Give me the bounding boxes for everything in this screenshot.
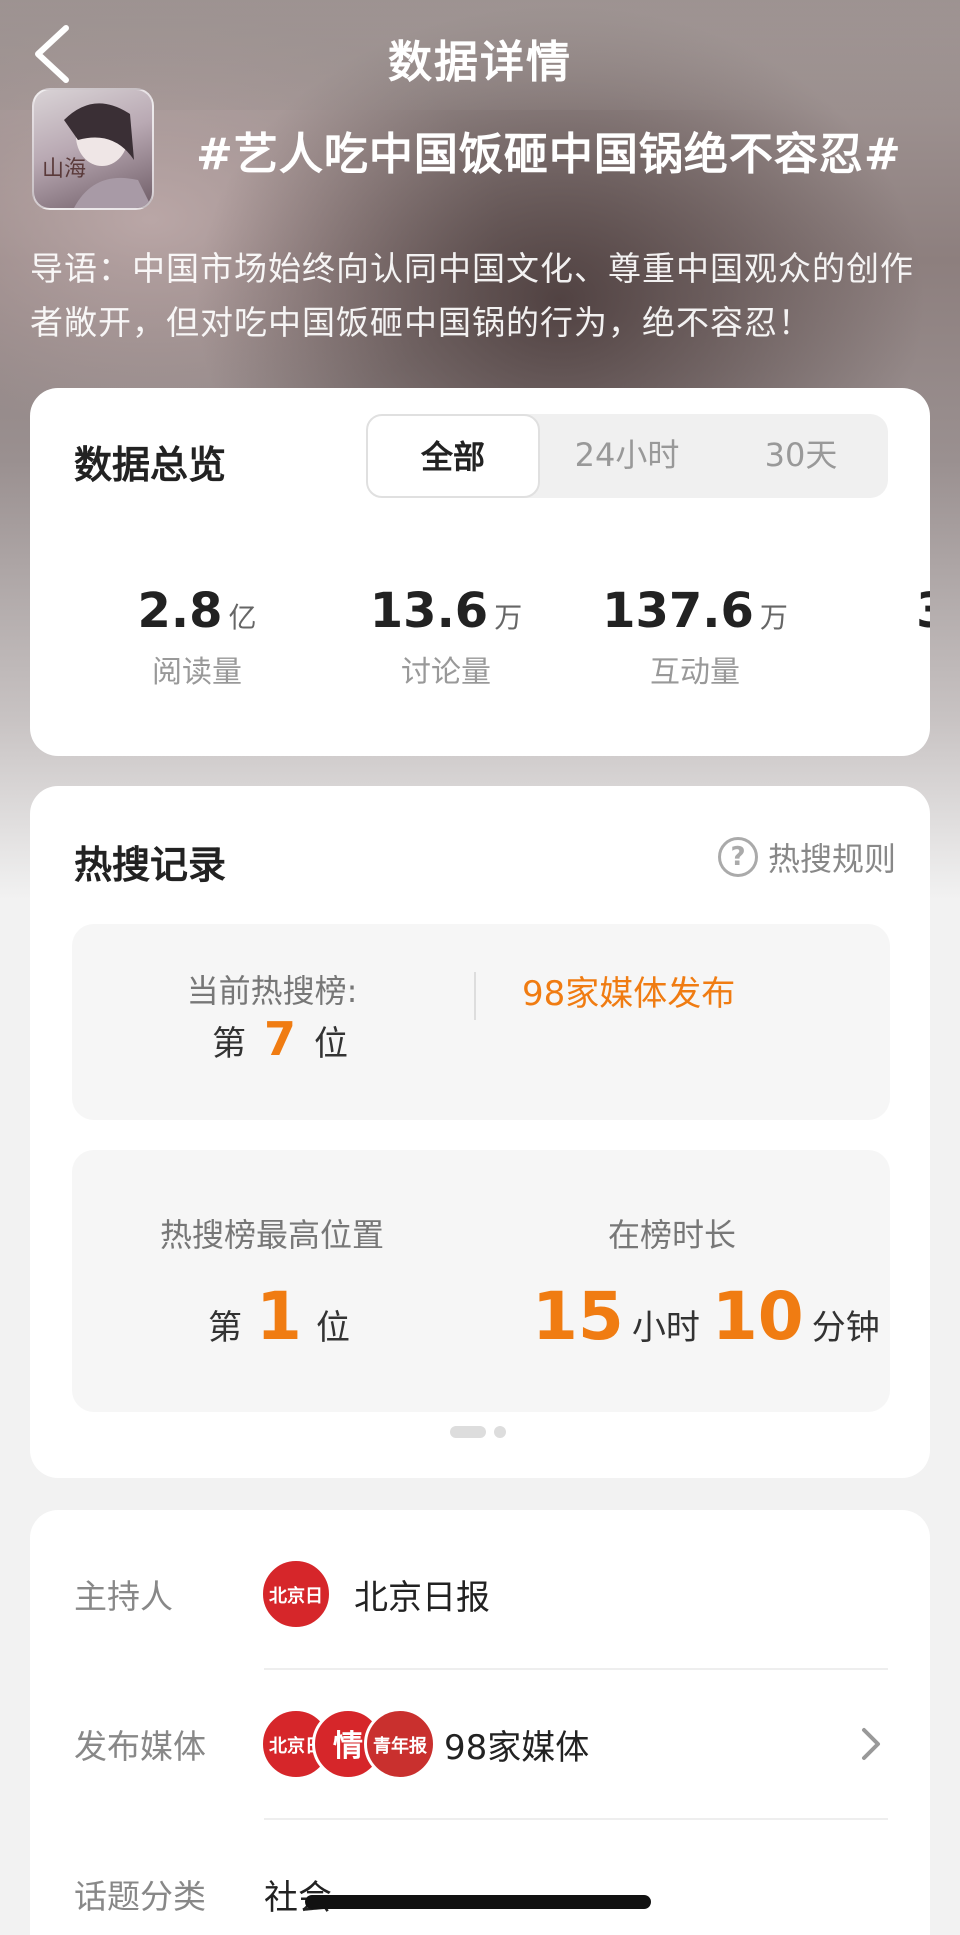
topic-title: #艺人吃中国饭砸中国锅绝不容忍# <box>196 129 902 180</box>
stat-unit: 亿 <box>228 601 257 634</box>
rank-prefix: 第 <box>208 1308 242 1348</box>
chevron-right-icon[interactable] <box>856 1724 886 1764</box>
host-label: 主持人 <box>74 1577 173 1616</box>
rank-prefix: 第 <box>212 1024 246 1064</box>
stat-value: 2.8 <box>137 583 223 639</box>
page-indicator <box>450 1426 506 1438</box>
current-rank-label: 当前热搜榜: <box>186 972 358 1010</box>
avatar-image: 山海 <box>42 103 152 208</box>
current-rank-number: 7 <box>264 1012 297 1066</box>
question-icon: ? <box>717 837 758 877</box>
hot-search-title: 热搜记录 <box>74 843 227 887</box>
info-card: 主持人 北京日报 北京日报 发布媒体 北京日报 情 青年报 98家媒体 话题分类… <box>30 1510 930 1935</box>
duration-label: 在榜时长 <box>607 1216 736 1254</box>
topic-intro: 导语：中国市场始终向认同中国文化、尊重中国观众的创作者敞开，但对吃中国饭砸中国锅… <box>30 249 914 342</box>
tab-all[interactable]: 全部 <box>366 414 540 498</box>
current-rank: 第7位 <box>212 1012 348 1066</box>
peak-rank: 第1位 <box>208 1278 350 1355</box>
rules-label: 热搜规则 <box>767 840 896 878</box>
duration-hours: 15 <box>532 1278 624 1355</box>
stat-discussions: 13.6 万 讨论量 <box>331 583 561 691</box>
stat-interactions: 137.6 万 互动量 <box>580 583 810 691</box>
tab-24h[interactable]: 24小时 <box>540 414 714 498</box>
category-label: 话题分类 <box>74 1877 206 1916</box>
page-dot <box>494 1426 506 1438</box>
stat-label: 讨论量 <box>401 655 491 690</box>
media-publish-count[interactable]: 98家媒体发布 <box>522 966 735 1015</box>
topic-avatar: 山海 <box>32 88 154 210</box>
rank-suffix: 位 <box>315 1308 350 1348</box>
time-range-segment: 全部 24小时 30天 <box>366 414 888 498</box>
host-name[interactable]: 北京日报 <box>354 1570 490 1619</box>
page-dot-active <box>450 1426 486 1438</box>
peak-rank-number: 1 <box>256 1278 302 1355</box>
overview-title: 数据总览 <box>74 443 227 487</box>
stats-row: 2.8亿 阅读量 13.6万 讨论量 137.6万 互动量 3. 原 <box>30 583 930 703</box>
rank-suffix: 位 <box>314 1024 349 1064</box>
hours-unit: 小时 <box>631 1308 700 1348</box>
stat-unit: 万 <box>494 601 523 634</box>
minutes-unit: 分钟 <box>811 1308 880 1348</box>
stat-reads: 2.8 亿 阅读量 <box>82 583 312 691</box>
media-logo-3: 青年报 <box>364 1708 436 1780</box>
peak-panel: 热搜榜最高位置 第1位 在榜时长 15 小时 10 分钟 <box>72 1150 890 1412</box>
media-label: 发布媒体 <box>74 1727 206 1766</box>
stat-value: 137.6 <box>602 583 754 639</box>
stat-label: 原 <box>830 647 930 691</box>
overview-card: 数据总览 全部 24小时 30天 2.8 亿 阅读量 13.6 万 讨论量 137.… <box>30 388 930 756</box>
stat-value: 3. <box>916 583 930 639</box>
hot-search-rules-link[interactable]: ? 热搜规则 <box>717 834 896 880</box>
stat-original: 3. 原 <box>830 583 930 691</box>
peak-rank-label: 热搜榜最高位置 <box>159 1216 384 1254</box>
media-count: 98家媒体 <box>444 1728 590 1768</box>
stat-unit: 万 <box>759 601 788 634</box>
duration-minutes: 10 <box>711 1278 804 1355</box>
stat-label: 互动量 <box>650 655 740 690</box>
duration-value: 15 小时 10 分钟 <box>532 1278 880 1355</box>
media-row[interactable]: 发布媒体 北京日报 情 青年报 98家媒体 <box>30 1670 930 1829</box>
divider <box>474 972 476 1020</box>
current-rank-panel: 当前热搜榜: 第7位 98家媒体发布 <box>72 924 890 1120</box>
host-row: 主持人 北京日报 北京日报 <box>30 1520 930 1679</box>
category-row: 话题分类 社会 <box>30 1820 930 1935</box>
tab-30d[interactable]: 30天 <box>714 414 888 498</box>
avatar-text: 山海 <box>42 157 86 182</box>
page-title: 数据详情 <box>388 37 572 88</box>
host-logo: 北京日报 <box>260 1558 332 1679</box>
stat-value: 13.6 <box>369 583 489 639</box>
stat-label: 阅读量 <box>152 655 242 690</box>
hot-search-card: 热搜记录 ? 热搜规则 当前热搜榜: 第7位 98家媒体发布 热搜榜最高位置 第… <box>30 786 930 1478</box>
home-indicator[interactable] <box>305 1895 651 1909</box>
